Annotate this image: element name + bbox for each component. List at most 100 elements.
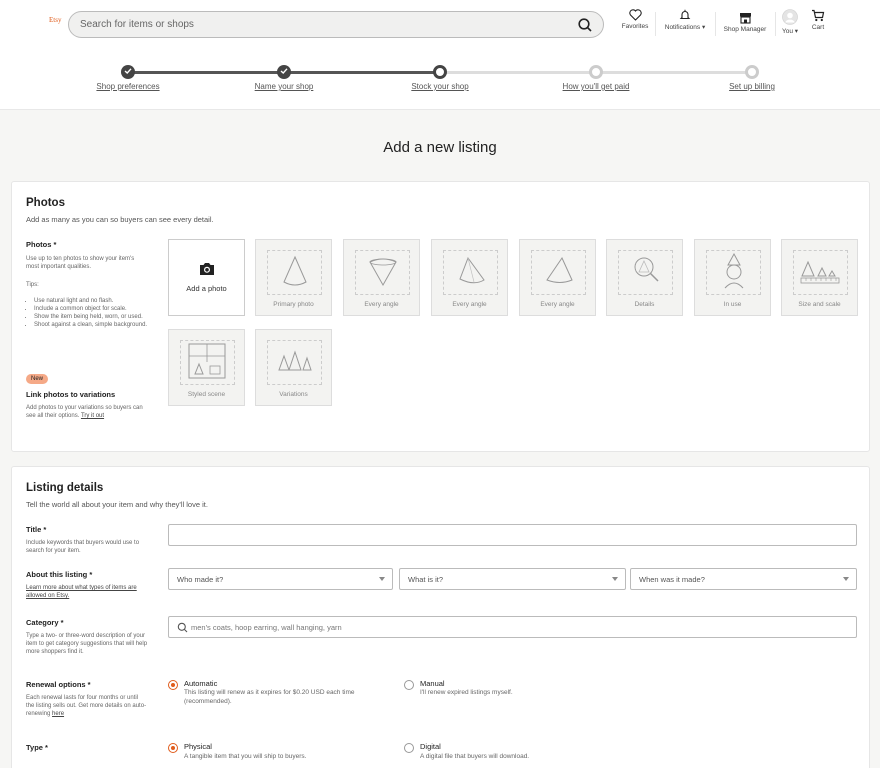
- step-dot-stock-your-shop: [433, 65, 447, 79]
- photo-slot-label: Every angle: [452, 301, 487, 308]
- search-icon[interactable]: [577, 17, 593, 33]
- search-bar[interactable]: Search for items or shops: [68, 11, 604, 38]
- chevron-down-icon: [612, 577, 618, 581]
- photo-slot-styled-scene[interactable]: Styled scene: [168, 329, 245, 406]
- you-menu-button[interactable]: You ▾: [779, 9, 801, 35]
- photo-slot-label: Details: [634, 301, 655, 308]
- photo-slot-primary[interactable]: Primary photo: [255, 239, 332, 316]
- check-icon: [280, 68, 288, 74]
- shop-manager-button[interactable]: Shop Manager: [719, 12, 771, 33]
- step-dot-billing: [745, 65, 759, 79]
- notifications-button[interactable]: Notifications ▾: [659, 9, 711, 31]
- auto-renew-here-link[interactable]: here: [52, 711, 64, 717]
- step-dot-shop-preferences: [121, 65, 135, 79]
- step-link-shop-preferences[interactable]: Shop preferences: [96, 82, 159, 91]
- nav-divider: [775, 12, 776, 36]
- styled-scene-illustration-icon: [188, 343, 226, 379]
- title-label: Title *: [26, 525, 47, 534]
- photo-slot-variations[interactable]: Variations: [255, 329, 332, 406]
- category-help: Type a two- or three-word description of…: [26, 633, 148, 655]
- type-physical-desc: A tangible item that you will ship to bu…: [184, 753, 307, 760]
- step-link-billing[interactable]: Set up billing: [729, 82, 775, 91]
- listing-details-section: Listing details Tell the world all about…: [11, 466, 870, 768]
- add-photo-button[interactable]: Add a photo: [168, 239, 245, 316]
- listing-details-title: Listing details: [26, 482, 104, 494]
- photo-slot-label: Every angle: [540, 301, 575, 308]
- person-hat-illustration-icon: [724, 252, 744, 289]
- tip-item: Use natural light and no flash.: [34, 297, 148, 305]
- renewal-help-text: Each renewal lasts for four months or un…: [26, 695, 147, 717]
- type-digital-title: Digital: [420, 742, 441, 751]
- renewal-automatic-radio[interactable]: [168, 680, 178, 690]
- cone-side-illustration-icon: [546, 256, 573, 283]
- add-photo-label: Add a photo: [186, 284, 227, 293]
- photo-slot-label: Primary photo: [273, 301, 314, 308]
- favorites-button[interactable]: Favorites: [619, 9, 651, 30]
- avatar-icon: [782, 9, 798, 25]
- tips-label: Tips:: [26, 282, 39, 288]
- cone-inverted-illustration-icon: [369, 258, 397, 287]
- type-physical-radio[interactable]: [168, 743, 178, 753]
- chevron-down-icon: [843, 577, 849, 581]
- nav-divider: [655, 12, 656, 36]
- title-input[interactable]: [168, 524, 857, 546]
- photo-slot-label: Size and scale: [798, 301, 841, 308]
- cone-tilted-illustration-icon: [459, 256, 485, 284]
- notifications-label: Notifications ▾: [664, 24, 706, 31]
- type-physical-title: Physical: [184, 742, 212, 751]
- photo-slot-angle[interactable]: Every angle: [431, 239, 508, 316]
- step-link-get-paid[interactable]: How you'll get paid: [563, 82, 630, 91]
- photo-slot-size[interactable]: Size and scale: [781, 239, 858, 316]
- step-link-stock-your-shop[interactable]: Stock your shop: [411, 82, 468, 91]
- step-dot-name-your-shop: [277, 65, 291, 79]
- shop-icon: [739, 13, 751, 24]
- type-digital-radio[interactable]: [404, 743, 414, 753]
- renewal-automatic-title: Automatic: [184, 679, 218, 688]
- link-photos-title: Link photos to variations: [26, 390, 116, 399]
- when-made-value: When was it made?: [639, 575, 705, 584]
- photo-slot-details[interactable]: Details: [606, 239, 683, 316]
- cart-label: Cart: [811, 24, 825, 31]
- photo-slot-angle[interactable]: Every angle: [343, 239, 420, 316]
- category-input[interactable]: men's coats, hoop earring, wall hanging,…: [168, 616, 857, 638]
- photos-section: Photos Add as many as you can so buyers …: [11, 181, 870, 452]
- renewal-help: Each renewal lasts for four months or un…: [26, 694, 148, 718]
- photo-slot-label: Every angle: [364, 301, 399, 308]
- photos-title: Photos: [26, 197, 65, 209]
- favorites-label: Favorites: [621, 23, 649, 30]
- photo-slot-angle[interactable]: Every angle: [519, 239, 596, 316]
- step-dot-get-paid: [589, 65, 603, 79]
- renewal-manual-title: Manual: [420, 679, 445, 688]
- category-placeholder: men's coats, hoop earring, wall hanging,…: [191, 623, 342, 632]
- listing-details-subtitle: Tell the world all about your item and w…: [26, 500, 208, 509]
- step-link-name-your-shop[interactable]: Name your shop: [255, 82, 314, 91]
- etsy-logo[interactable]: Etsy: [49, 16, 61, 24]
- shop-manager-label: Shop Manager: [723, 26, 767, 33]
- type-label: Type *: [26, 743, 48, 752]
- tip-item: Shoot against a clean, simple background…: [34, 321, 148, 329]
- photo-slot-label: Variations: [279, 391, 308, 398]
- about-listing-help: Learn more about what types of items are…: [26, 584, 148, 600]
- cart-button[interactable]: Cart: [807, 9, 829, 31]
- variations-illustration-icon: [278, 350, 312, 371]
- photo-slot-label: Styled scene: [187, 391, 226, 398]
- photo-slot-in-use[interactable]: In use: [694, 239, 771, 316]
- who-made-select[interactable]: Who made it?: [168, 568, 393, 590]
- check-icon: [124, 68, 132, 74]
- try-it-out-link[interactable]: Try it out: [81, 413, 104, 419]
- photos-label: Photos *: [26, 240, 57, 249]
- search-input[interactable]: Search for items or shops: [80, 19, 194, 30]
- link-photos-help: Add photos to your variations so buyers …: [26, 404, 148, 420]
- what-is-it-select[interactable]: What is it?: [399, 568, 626, 590]
- renewal-label: Renewal options *: [26, 680, 91, 689]
- photos-help: Use up to ten photos to show your item's…: [26, 256, 135, 270]
- onboarding-stepper: Shop preferences Name your shop Stock yo…: [0, 48, 880, 110]
- when-made-select[interactable]: When was it made?: [630, 568, 857, 590]
- renewal-manual-radio[interactable]: [404, 680, 414, 690]
- allowed-items-link[interactable]: Learn more about what types of items are…: [26, 585, 137, 599]
- chevron-down-icon: [379, 577, 385, 581]
- magnifier-illustration-icon: [634, 257, 659, 282]
- cone-illustration-icon: [283, 255, 307, 286]
- renewal-manual-desc: I'll renew expired listings myself.: [420, 689, 513, 696]
- photo-slot-label: In use: [723, 301, 742, 308]
